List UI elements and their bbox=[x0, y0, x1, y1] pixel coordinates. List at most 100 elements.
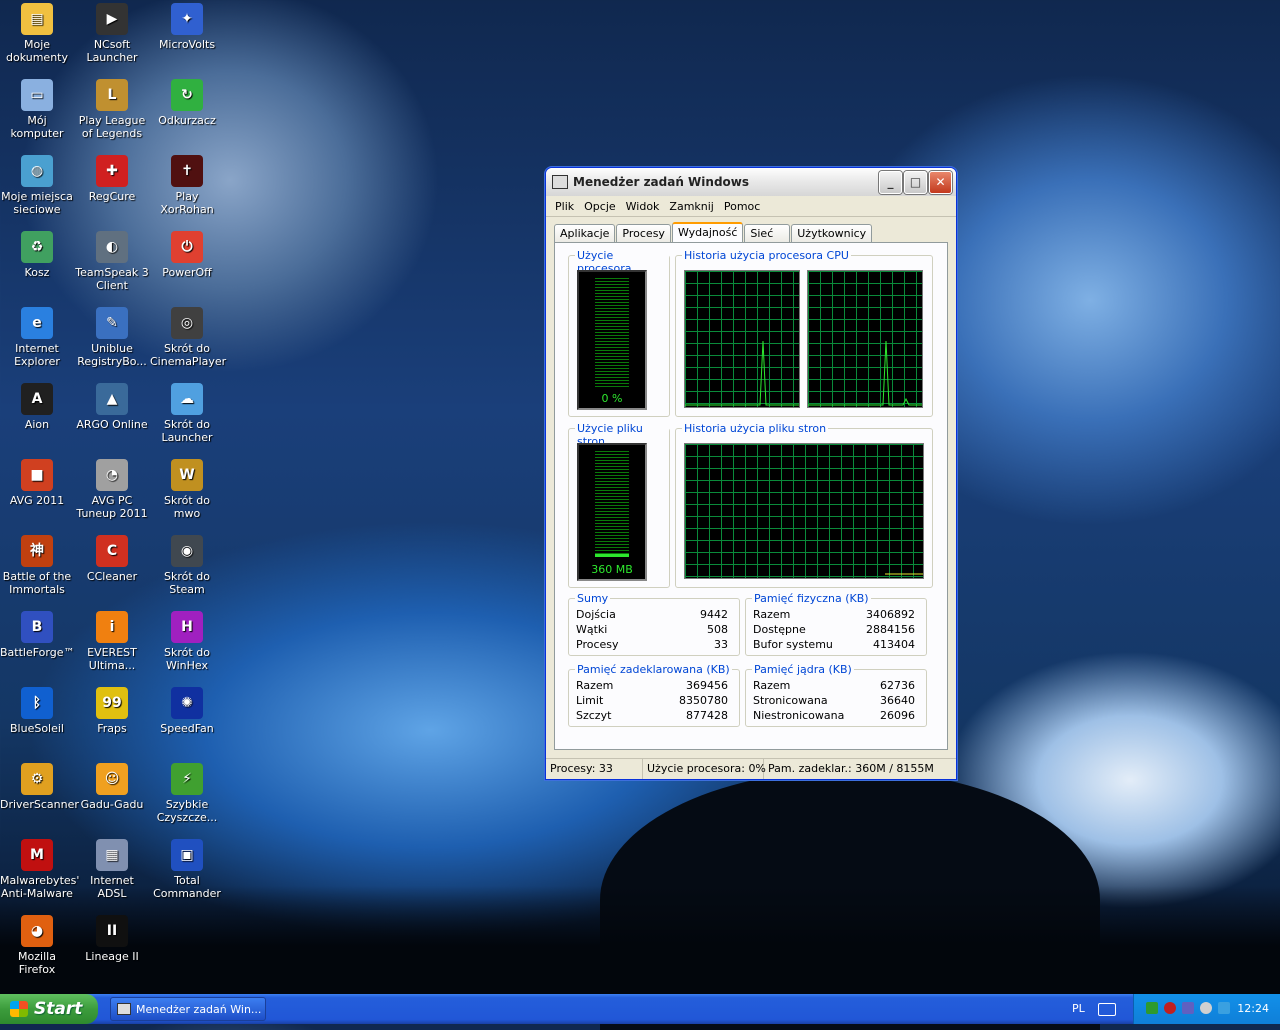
desktop-icon[interactable]: ᛒ BlueSoleil bbox=[0, 687, 74, 735]
desktop-icon-image: ⏻ bbox=[171, 231, 203, 263]
desktop-icon[interactable]: ✎ Uniblue RegistryBo... bbox=[75, 307, 149, 368]
desktop-icon-image: II bbox=[96, 915, 128, 947]
desktop-icon[interactable]: ✚ RegCure bbox=[75, 155, 149, 203]
desktop-icon[interactable]: ▭ Mój komputer bbox=[0, 79, 74, 140]
desktop-icon[interactable]: M Malwarebytes' Anti-Malware bbox=[0, 839, 79, 900]
desktop-icon[interactable]: i EVEREST Ultima... bbox=[75, 611, 149, 672]
desktop-icon[interactable]: 神 Battle of the Immortals bbox=[0, 535, 74, 596]
ground-silhouette bbox=[0, 886, 1280, 996]
tray-bluetooth-icon[interactable] bbox=[1218, 1002, 1230, 1014]
tab-aplikacje[interactable]: Aplikacje bbox=[554, 224, 616, 242]
desktop-icon-label: Internet Explorer bbox=[14, 342, 60, 368]
desktop-icon[interactable]: H Skrót do WinHex bbox=[150, 611, 224, 672]
stat-value: 877428 bbox=[686, 709, 728, 722]
tray-shield-icon[interactable] bbox=[1164, 1002, 1176, 1014]
desktop-icon-image: ▤ bbox=[21, 3, 53, 35]
language-indicator[interactable]: PL bbox=[1072, 1002, 1085, 1015]
tab-uzytkownicy[interactable]: Użytkownicy bbox=[791, 224, 873, 242]
pagefile-history-line bbox=[885, 573, 923, 575]
desktop-icon[interactable]: ⚡ Szybkie Czyszcze... bbox=[150, 763, 224, 824]
stat-label: Szczyt bbox=[576, 709, 612, 722]
desktop-icon[interactable]: ↻ Odkurzacz bbox=[150, 79, 224, 127]
commit-charge-label: Pamięć zadeklarowana (KB) bbox=[575, 663, 732, 676]
desktop-icon[interactable]: ◉ Skrót do Steam bbox=[150, 535, 224, 596]
desktop-icon[interactable]: ☺ Gadu-Gadu bbox=[75, 763, 149, 811]
desktop-icon[interactable]: A Aion bbox=[0, 383, 74, 431]
desktop-icon[interactable]: ☁ Skrót do Launcher bbox=[150, 383, 224, 444]
menu-zamknij[interactable]: Zamknij bbox=[664, 200, 718, 213]
pagefile-meter-fill bbox=[595, 554, 629, 557]
physical-memory-stats: Razem 3406892 Dostępne 2884156 Bufor syste… bbox=[753, 607, 915, 652]
totals-label: Sumy bbox=[575, 592, 611, 605]
taskbar-button-task-manager[interactable]: Menedżer zadań Win... bbox=[110, 997, 266, 1021]
desktop-icon-label: Mój komputer bbox=[10, 114, 64, 140]
start-button[interactable]: Start bbox=[0, 994, 98, 1024]
desktop-icon[interactable]: ▦ Internet ADSL bbox=[75, 839, 149, 900]
desktop-icon-image: ↻ bbox=[171, 79, 203, 111]
menu-plik[interactable]: Plik bbox=[550, 200, 579, 213]
desktop-icon[interactable]: ⚙ DriverScanner bbox=[0, 763, 79, 811]
desktop-icon[interactable]: II Lineage II bbox=[75, 915, 149, 963]
menu-widok[interactable]: Widok bbox=[621, 200, 665, 213]
desktop-icon[interactable]: ◔ AVG PC Tuneup 2011 bbox=[75, 459, 149, 520]
desktop-icon-label: DriverScanner bbox=[0, 798, 79, 811]
desktop-icon-label: Skrót do WinHex bbox=[164, 646, 210, 672]
desktop-icon[interactable]: ◍ Moje miejsca sieciowe bbox=[0, 155, 74, 216]
desktop-icon[interactable]: e Internet Explorer bbox=[0, 307, 74, 368]
desktop-icon-label: BattleForge™ bbox=[0, 646, 75, 659]
desktop-icon[interactable]: W Skrót do mwo bbox=[150, 459, 224, 520]
desktop-icon[interactable]: ✝ Play XorRohan bbox=[150, 155, 224, 216]
desktop-icon-label: SpeedFan bbox=[160, 722, 214, 735]
keyboard-icon[interactable] bbox=[1098, 1003, 1116, 1016]
maximize-button[interactable]: □ bbox=[904, 170, 927, 194]
clock[interactable]: 12:24 bbox=[1237, 1002, 1269, 1015]
title-bar[interactable]: Menedżer zadań Windows _ □ ✕ bbox=[546, 168, 956, 196]
tray-monitor-icon[interactable] bbox=[1146, 1002, 1158, 1014]
desktop-icon[interactable]: ♻ Kosz bbox=[0, 231, 74, 279]
desktop-icon-label: Mozilla Firefox bbox=[18, 950, 56, 976]
desktop-icon-image: C bbox=[96, 535, 128, 567]
desktop-icon[interactable]: ◐ TeamSpeak 3 Client bbox=[75, 231, 149, 292]
cpu-history-label: Historia użycia procesora CPU bbox=[682, 249, 851, 262]
desktop-icon-label: Uniblue RegistryBo... bbox=[77, 342, 147, 368]
desktop-icon[interactable]: ◕ Mozilla Firefox bbox=[0, 915, 74, 976]
tab-procesy[interactable]: Procesy bbox=[616, 224, 671, 242]
cpu-meter-bars bbox=[595, 278, 629, 388]
desktop-icon[interactable]: ■ AVG 2011 bbox=[0, 459, 74, 507]
menu-opcje[interactable]: Opcje bbox=[579, 200, 621, 213]
task-manager-window: Menedżer zadań Windows _ □ ✕ Plik Opcje … bbox=[545, 167, 957, 780]
tab-siec[interactable]: Sieć bbox=[744, 224, 791, 242]
tab-wydajnosc[interactable]: Wydajność bbox=[671, 222, 744, 244]
desktop-icon[interactable]: ▲ ARGO Online bbox=[75, 383, 149, 431]
desktop-icon-label: PowerOff bbox=[162, 266, 212, 279]
desktop-icon-label: Battle of the Immortals bbox=[2, 570, 72, 596]
cpu-history-line-2 bbox=[808, 340, 922, 406]
tray-avg-icon[interactable] bbox=[1200, 1002, 1212, 1014]
desktop-icon[interactable]: ▤ Moje dokumenty bbox=[0, 3, 74, 64]
desktop-icon[interactable]: C CCleaner bbox=[75, 535, 149, 583]
desktop-icon[interactable]: ✺ SpeedFan bbox=[150, 687, 224, 735]
close-button[interactable]: ✕ bbox=[929, 170, 952, 194]
desktop-icon[interactable]: ✦ MicroVolts bbox=[150, 3, 224, 51]
desktop-icon-image: ᛒ bbox=[21, 687, 53, 719]
task-manager-icon bbox=[552, 175, 568, 189]
menu-pomoc[interactable]: Pomoc bbox=[719, 200, 765, 213]
desktop-icon[interactable]: 99 Fraps bbox=[75, 687, 149, 735]
desktop-icon-image: ◎ bbox=[171, 307, 203, 339]
tray-network-icon[interactable] bbox=[1182, 1002, 1194, 1014]
desktop-icon-label: Skrót do Launcher bbox=[161, 418, 213, 444]
desktop-icon-label: TeamSpeak 3 Client bbox=[75, 266, 149, 292]
minimize-button[interactable]: _ bbox=[879, 170, 902, 194]
cpu-usage-value: 0 % bbox=[601, 392, 623, 405]
desktop-icon-label: Play League of Legends bbox=[78, 114, 146, 140]
cpu-history-group: Historia użycia procesora CPU bbox=[675, 249, 933, 417]
desktop-icon-image: ⚡ bbox=[171, 763, 203, 795]
desktop-icon[interactable]: B BattleForge™ bbox=[0, 611, 74, 659]
desktop-icon-image: ▲ bbox=[96, 383, 128, 415]
desktop-icon[interactable]: ⏻ PowerOff bbox=[150, 231, 224, 279]
desktop-icon[interactable]: ◎ Skrót do CinemaPlayer bbox=[150, 307, 226, 368]
desktop-icon[interactable]: L Play League of Legends bbox=[75, 79, 149, 140]
desktop-icon[interactable]: ▶ NCsoft Launcher bbox=[75, 3, 149, 64]
desktop-icon[interactable]: ▣ Total Commander bbox=[150, 839, 224, 900]
desktop-icon-label: EVEREST Ultima... bbox=[87, 646, 137, 672]
